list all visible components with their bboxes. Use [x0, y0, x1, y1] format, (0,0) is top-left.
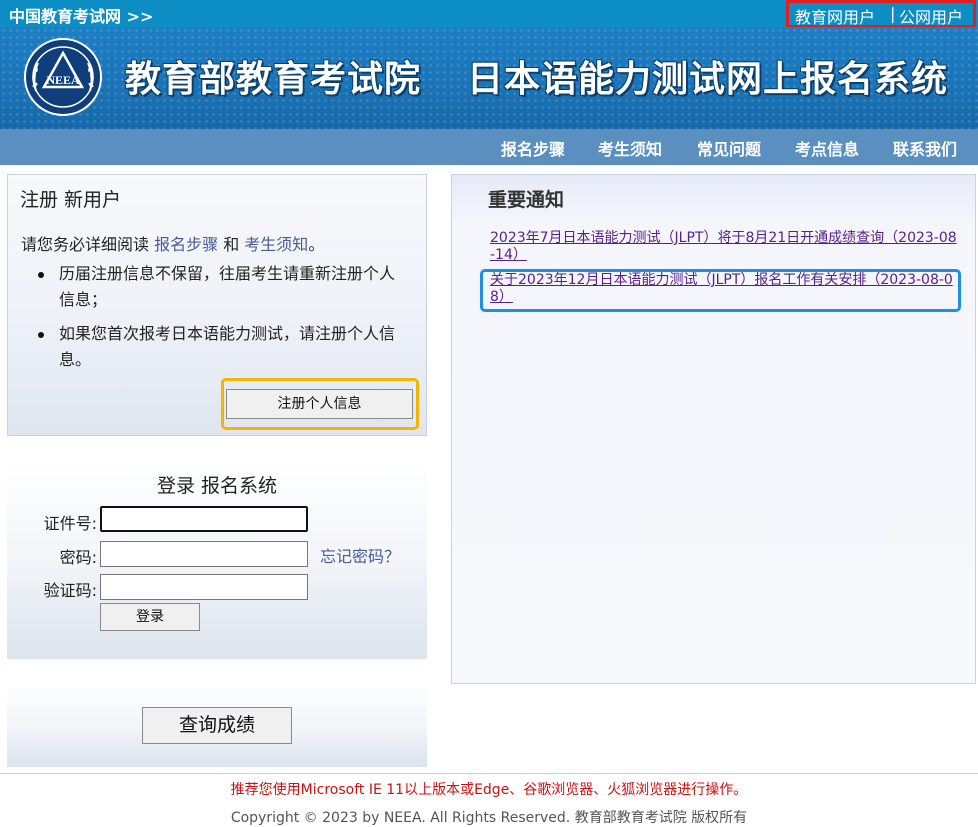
edu-user-link[interactable]: 教育网用户	[795, 4, 875, 28]
browser-tip: 推荐您使用Microsoft IE 11以上版本或Edge、谷歌浏览器、火狐浏览…	[230, 782, 748, 798]
org-title: 教育部教育考试院	[125, 59, 422, 100]
copyright: Copyright © 2023 by NEEA. All Rights Res…	[230, 810, 748, 826]
user-separator: |	[890, 4, 896, 23]
main-nav: 报名步骤 考生须知 常见问题 考点信息 联系我们	[0, 129, 978, 165]
captcha-input[interactable]	[100, 574, 308, 600]
user-type-switch: 教育网用户 | 公网用户	[786, 0, 976, 28]
bullet-icon	[38, 332, 44, 338]
public-user-link[interactable]: 公网用户	[899, 4, 963, 28]
forgot-password-link[interactable]: 忘记密码？	[320, 543, 400, 567]
notice-title: 重要通知	[488, 189, 565, 211]
password-input[interactable]	[100, 541, 308, 567]
register-button[interactable]: 注册个人信息	[226, 389, 413, 419]
nav-steps[interactable]: 报名步骤	[501, 136, 565, 160]
note-text: 如果您首次报考日本语能力测试，请注册个人信息。	[59, 324, 396, 369]
register-notes: 历届注册信息不保留，往届考生请重新注册个人信息； 如果您首次报考日本语能力测试，…	[38, 261, 408, 381]
note-text: 历届注册信息不保留，往届考生请重新注册个人信息；	[59, 264, 396, 309]
intro-prefix: 请您务必详细阅读	[21, 235, 155, 254]
notice-link[interactable]: 考生须知	[244, 235, 308, 254]
system-title: 日本语能力测试网上报名系统	[467, 59, 949, 100]
password-label: 密码:	[59, 548, 97, 567]
top-bar: 中国教育考试网 >> 教育网用户 | 公网用户	[0, 0, 978, 28]
intro-and: 和	[218, 235, 245, 254]
footer-divider	[0, 773, 978, 774]
register-panel: 注册 新用户 请您务必详细阅读 报名步骤 和 考生须知。 历届注册信息不保留，往…	[7, 174, 427, 436]
captcha-label: 验证码:	[43, 581, 97, 600]
query-score-button[interactable]: 查询成绩	[142, 707, 292, 744]
intro-suffix: 。	[308, 235, 325, 254]
notice-panel: 重要通知 2023年7月日本语能力测试（JLPT）将于8月21日开通成绩查询（2…	[451, 174, 976, 684]
login-title: 登录 报名系统	[157, 475, 278, 497]
nav-contact[interactable]: 联系我们	[893, 136, 957, 160]
site-home-link[interactable]: 中国教育考试网 >>	[9, 3, 153, 27]
login-panel: 登录 报名系统 证件号: 密码: 忘记密码？ 验证码: 登录	[7, 457, 427, 659]
nav-test-sites[interactable]: 考点信息	[795, 136, 859, 160]
id-number-input[interactable]	[100, 506, 308, 532]
header-banner: NEEA 教育部教育考试院 日本语能力测试网上报名系统	[0, 27, 978, 129]
register-title: 注册 新用户	[20, 189, 122, 211]
list-item: 历届注册信息不保留，往届考生请重新注册个人信息；	[38, 261, 408, 313]
list-item: 如果您首次报考日本语能力测试，请注册个人信息。	[38, 321, 408, 373]
notice-link-item[interactable]: 关于2023年12月日本语能力测试（JLPT）报名工作有关安排（2023-08-…	[490, 272, 960, 306]
nav-notice[interactable]: 考生须知	[598, 136, 662, 160]
register-intro: 请您务必详细阅读 报名步骤 和 考生须知。	[21, 231, 324, 255]
nav-faq[interactable]: 常见问题	[697, 136, 761, 160]
logo-text: NEEA	[46, 73, 80, 87]
score-panel: 查询成绩	[7, 683, 427, 767]
bullet-icon	[38, 272, 44, 278]
notice-link-item[interactable]: 2023年7月日本语能力测试（JLPT）将于8月21日开通成绩查询（2023-0…	[490, 230, 960, 264]
steps-link[interactable]: 报名步骤	[154, 235, 218, 254]
login-button[interactable]: 登录	[100, 603, 200, 631]
neea-logo-icon: NEEA	[24, 38, 102, 116]
id-label: 证件号:	[43, 514, 97, 533]
